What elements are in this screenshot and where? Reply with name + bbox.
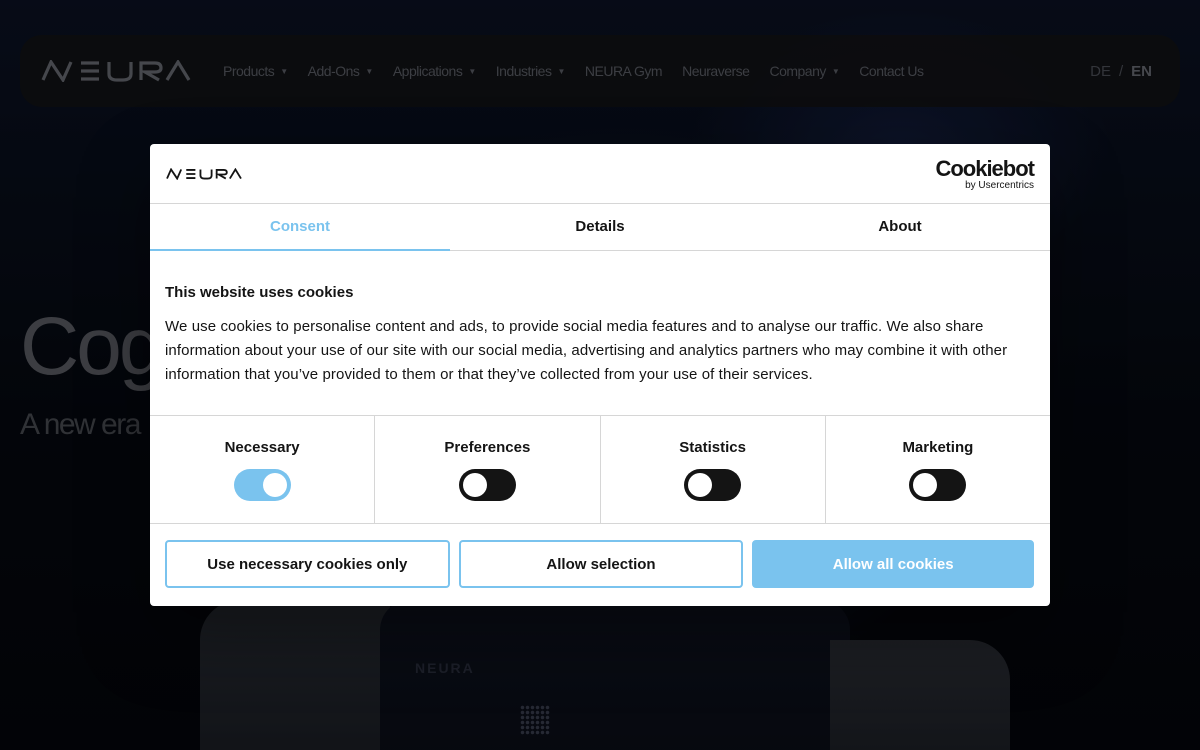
category-preferences: Preferences: [375, 416, 601, 523]
toggle-knob: [462, 473, 487, 497]
category-label: Statistics: [679, 439, 746, 456]
necessary-toggle[interactable]: [233, 469, 291, 501]
dialog-tabs: Consent Details About: [150, 204, 1050, 251]
category-marketing: Marketing: [826, 416, 1050, 523]
category-label: Preferences: [444, 439, 531, 456]
allow-all-button[interactable]: Allow all cookies: [752, 540, 1035, 588]
preferences-toggle[interactable]: [458, 469, 516, 501]
tab-consent[interactable]: Consent: [150, 204, 450, 251]
dialog-body: This website uses cookies We use cookies…: [150, 251, 1050, 416]
necessary-only-button[interactable]: Use necessary cookies only: [165, 540, 450, 588]
cookiebot-name: Cookiebot: [935, 156, 1035, 181]
dialog-text: We use cookies to personalise content an…: [165, 318, 1008, 383]
toggle-knob: [913, 473, 938, 497]
category-necessary: Necessary: [150, 416, 376, 523]
neura-logo-icon: [166, 167, 242, 181]
cookie-categories: Necessary Preferences Statistics Marketi…: [150, 416, 1050, 524]
dialog-buttons: Use necessary cookies only Allow selecti…: [150, 524, 1050, 588]
allow-selection-button[interactable]: Allow selection: [458, 540, 744, 588]
toggle-knob: [262, 473, 287, 497]
cookiebot-logo[interactable]: Cookiebot by Usercentrics: [935, 156, 1035, 191]
toggle-knob: [688, 473, 713, 497]
category-label: Necessary: [224, 439, 300, 456]
tab-details[interactable]: Details: [450, 204, 750, 250]
dialog-header: Cookiebot by Usercentrics: [150, 144, 1050, 204]
cookie-consent-dialog: Cookiebot by Usercentrics Consent Detail…: [150, 144, 1050, 606]
category-statistics: Statistics: [601, 416, 826, 523]
cookiebot-by: by Usercentrics: [965, 180, 1034, 191]
category-label: Marketing: [902, 439, 974, 456]
tab-about[interactable]: About: [750, 204, 1050, 250]
dialog-neura-logo: [166, 167, 242, 185]
dialog-title: This website uses cookies: [165, 284, 354, 301]
marketing-toggle[interactable]: [909, 469, 967, 501]
statistics-toggle[interactable]: [684, 469, 742, 501]
